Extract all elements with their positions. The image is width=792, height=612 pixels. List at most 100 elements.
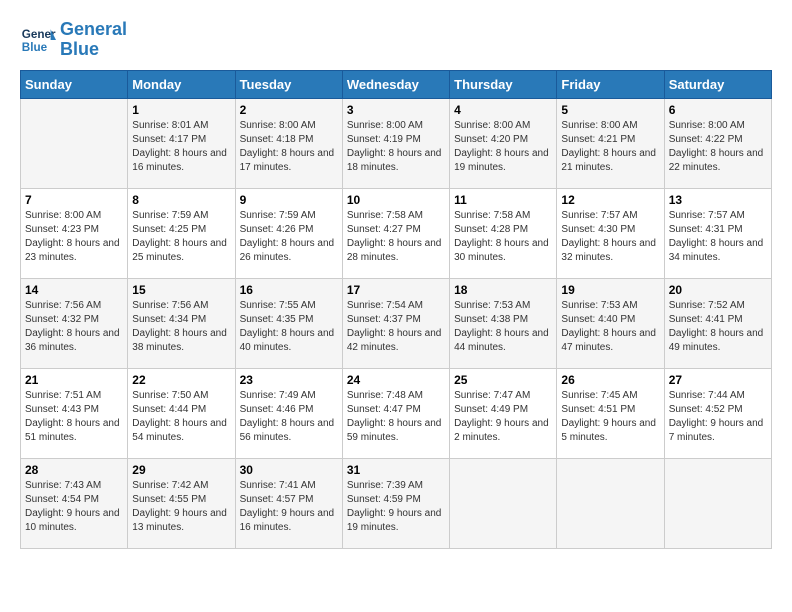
day-number: 22	[132, 373, 230, 387]
calendar-day-22: 22 Sunrise: 7:50 AMSunset: 4:44 PMDaylig…	[128, 368, 235, 458]
day-number: 2	[240, 103, 338, 117]
calendar-body: 1 Sunrise: 8:01 AMSunset: 4:17 PMDayligh…	[21, 98, 772, 548]
calendar-day-8: 8 Sunrise: 7:59 AMSunset: 4:25 PMDayligh…	[128, 188, 235, 278]
empty-day-cell	[21, 98, 128, 188]
day-number: 23	[240, 373, 338, 387]
empty-day-cell	[450, 458, 557, 548]
day-info: Sunrise: 7:57 AMSunset: 4:31 PMDaylight:…	[669, 209, 767, 265]
day-number: 18	[454, 283, 552, 297]
day-info: Sunrise: 8:00 AMSunset: 4:20 PMDaylight:…	[454, 119, 552, 175]
day-number: 16	[240, 283, 338, 297]
calendar-day-7: 7 Sunrise: 8:00 AMSunset: 4:23 PMDayligh…	[21, 188, 128, 278]
day-number: 30	[240, 463, 338, 477]
weekday-header-tuesday: Tuesday	[235, 70, 342, 98]
calendar-day-30: 30 Sunrise: 7:41 AMSunset: 4:57 PMDaylig…	[235, 458, 342, 548]
day-number: 9	[240, 193, 338, 207]
calendar-day-16: 16 Sunrise: 7:55 AMSunset: 4:35 PMDaylig…	[235, 278, 342, 368]
empty-day-cell	[557, 458, 664, 548]
day-info: Sunrise: 7:41 AMSunset: 4:57 PMDaylight:…	[240, 479, 338, 535]
day-number: 25	[454, 373, 552, 387]
logo-text: GeneralBlue	[60, 20, 127, 60]
calendar-day-18: 18 Sunrise: 7:53 AMSunset: 4:38 PMDaylig…	[450, 278, 557, 368]
day-number: 12	[561, 193, 659, 207]
calendar-day-5: 5 Sunrise: 8:00 AMSunset: 4:21 PMDayligh…	[557, 98, 664, 188]
calendar-day-11: 11 Sunrise: 7:58 AMSunset: 4:28 PMDaylig…	[450, 188, 557, 278]
calendar-day-29: 29 Sunrise: 7:42 AMSunset: 4:55 PMDaylig…	[128, 458, 235, 548]
day-number: 15	[132, 283, 230, 297]
calendar-day-31: 31 Sunrise: 7:39 AMSunset: 4:59 PMDaylig…	[342, 458, 449, 548]
day-number: 19	[561, 283, 659, 297]
calendar-header: SundayMondayTuesdayWednesdayThursdayFrid…	[21, 70, 772, 98]
day-info: Sunrise: 8:01 AMSunset: 4:17 PMDaylight:…	[132, 119, 230, 175]
day-info: Sunrise: 7:54 AMSunset: 4:37 PMDaylight:…	[347, 299, 445, 355]
day-number: 17	[347, 283, 445, 297]
day-info: Sunrise: 8:00 AMSunset: 4:23 PMDaylight:…	[25, 209, 123, 265]
day-number: 20	[669, 283, 767, 297]
day-info: Sunrise: 7:42 AMSunset: 4:55 PMDaylight:…	[132, 479, 230, 535]
day-info: Sunrise: 7:43 AMSunset: 4:54 PMDaylight:…	[25, 479, 123, 535]
day-number: 6	[669, 103, 767, 117]
day-number: 29	[132, 463, 230, 477]
calendar-table: SundayMondayTuesdayWednesdayThursdayFrid…	[20, 70, 772, 549]
day-number: 27	[669, 373, 767, 387]
calendar-day-2: 2 Sunrise: 8:00 AMSunset: 4:18 PMDayligh…	[235, 98, 342, 188]
calendar-day-4: 4 Sunrise: 8:00 AMSunset: 4:20 PMDayligh…	[450, 98, 557, 188]
day-info: Sunrise: 7:51 AMSunset: 4:43 PMDaylight:…	[25, 389, 123, 445]
day-number: 1	[132, 103, 230, 117]
day-info: Sunrise: 7:55 AMSunset: 4:35 PMDaylight:…	[240, 299, 338, 355]
day-number: 10	[347, 193, 445, 207]
day-number: 11	[454, 193, 552, 207]
day-info: Sunrise: 7:53 AMSunset: 4:38 PMDaylight:…	[454, 299, 552, 355]
day-info: Sunrise: 7:58 AMSunset: 4:28 PMDaylight:…	[454, 209, 552, 265]
day-info: Sunrise: 7:47 AMSunset: 4:49 PMDaylight:…	[454, 389, 552, 445]
calendar-day-14: 14 Sunrise: 7:56 AMSunset: 4:32 PMDaylig…	[21, 278, 128, 368]
day-info: Sunrise: 7:59 AMSunset: 4:25 PMDaylight:…	[132, 209, 230, 265]
day-number: 8	[132, 193, 230, 207]
day-info: Sunrise: 7:52 AMSunset: 4:41 PMDaylight:…	[669, 299, 767, 355]
calendar-day-27: 27 Sunrise: 7:44 AMSunset: 4:52 PMDaylig…	[664, 368, 771, 458]
day-number: 14	[25, 283, 123, 297]
day-number: 21	[25, 373, 123, 387]
calendar-day-19: 19 Sunrise: 7:53 AMSunset: 4:40 PMDaylig…	[557, 278, 664, 368]
day-number: 5	[561, 103, 659, 117]
day-info: Sunrise: 7:45 AMSunset: 4:51 PMDaylight:…	[561, 389, 659, 445]
day-info: Sunrise: 7:53 AMSunset: 4:40 PMDaylight:…	[561, 299, 659, 355]
calendar-day-12: 12 Sunrise: 7:57 AMSunset: 4:30 PMDaylig…	[557, 188, 664, 278]
calendar-day-28: 28 Sunrise: 7:43 AMSunset: 4:54 PMDaylig…	[21, 458, 128, 548]
day-number: 13	[669, 193, 767, 207]
day-info: Sunrise: 7:57 AMSunset: 4:30 PMDaylight:…	[561, 209, 659, 265]
day-number: 7	[25, 193, 123, 207]
calendar-week-row: 21 Sunrise: 7:51 AMSunset: 4:43 PMDaylig…	[21, 368, 772, 458]
calendar-day-1: 1 Sunrise: 8:01 AMSunset: 4:17 PMDayligh…	[128, 98, 235, 188]
calendar-week-row: 1 Sunrise: 8:01 AMSunset: 4:17 PMDayligh…	[21, 98, 772, 188]
calendar-day-13: 13 Sunrise: 7:57 AMSunset: 4:31 PMDaylig…	[664, 188, 771, 278]
calendar-week-row: 7 Sunrise: 8:00 AMSunset: 4:23 PMDayligh…	[21, 188, 772, 278]
day-info: Sunrise: 8:00 AMSunset: 4:21 PMDaylight:…	[561, 119, 659, 175]
calendar-day-20: 20 Sunrise: 7:52 AMSunset: 4:41 PMDaylig…	[664, 278, 771, 368]
weekday-header-saturday: Saturday	[664, 70, 771, 98]
calendar-day-26: 26 Sunrise: 7:45 AMSunset: 4:51 PMDaylig…	[557, 368, 664, 458]
calendar-day-21: 21 Sunrise: 7:51 AMSunset: 4:43 PMDaylig…	[21, 368, 128, 458]
calendar-day-9: 9 Sunrise: 7:59 AMSunset: 4:26 PMDayligh…	[235, 188, 342, 278]
day-info: Sunrise: 7:48 AMSunset: 4:47 PMDaylight:…	[347, 389, 445, 445]
day-info: Sunrise: 7:59 AMSunset: 4:26 PMDaylight:…	[240, 209, 338, 265]
weekday-header-monday: Monday	[128, 70, 235, 98]
day-number: 24	[347, 373, 445, 387]
calendar-week-row: 28 Sunrise: 7:43 AMSunset: 4:54 PMDaylig…	[21, 458, 772, 548]
day-number: 28	[25, 463, 123, 477]
calendar-day-15: 15 Sunrise: 7:56 AMSunset: 4:34 PMDaylig…	[128, 278, 235, 368]
weekday-header-wednesday: Wednesday	[342, 70, 449, 98]
day-number: 3	[347, 103, 445, 117]
calendar-day-25: 25 Sunrise: 7:47 AMSunset: 4:49 PMDaylig…	[450, 368, 557, 458]
day-info: Sunrise: 7:49 AMSunset: 4:46 PMDaylight:…	[240, 389, 338, 445]
page-header: General Blue GeneralBlue	[20, 20, 772, 60]
logo-icon: General Blue	[20, 22, 56, 58]
day-info: Sunrise: 8:00 AMSunset: 4:18 PMDaylight:…	[240, 119, 338, 175]
empty-day-cell	[664, 458, 771, 548]
day-info: Sunrise: 7:58 AMSunset: 4:27 PMDaylight:…	[347, 209, 445, 265]
day-info: Sunrise: 7:50 AMSunset: 4:44 PMDaylight:…	[132, 389, 230, 445]
day-info: Sunrise: 8:00 AMSunset: 4:19 PMDaylight:…	[347, 119, 445, 175]
weekday-header-friday: Friday	[557, 70, 664, 98]
weekday-row: SundayMondayTuesdayWednesdayThursdayFrid…	[21, 70, 772, 98]
weekday-header-sunday: Sunday	[21, 70, 128, 98]
